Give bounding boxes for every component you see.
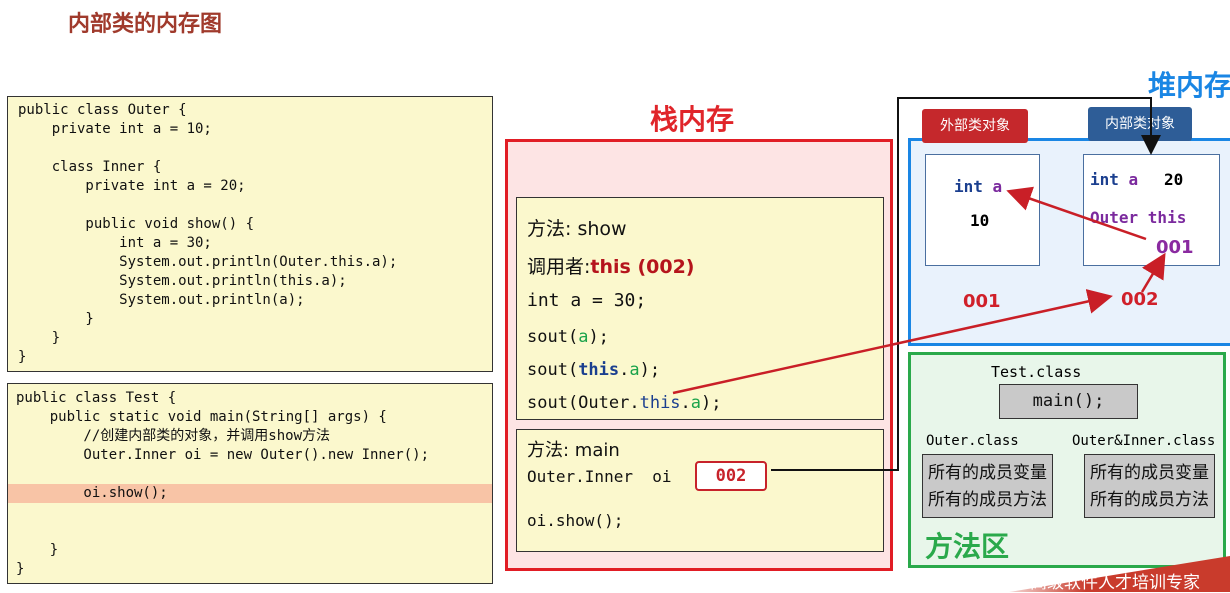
outer-this-arrow — [672, 289, 1113, 395]
inner-to-outer-arrow — [1006, 186, 1147, 241]
connector-layer — [672, 97, 1166, 471]
ref-link-line — [771, 97, 1161, 471]
address-arrow — [1140, 252, 1166, 293]
